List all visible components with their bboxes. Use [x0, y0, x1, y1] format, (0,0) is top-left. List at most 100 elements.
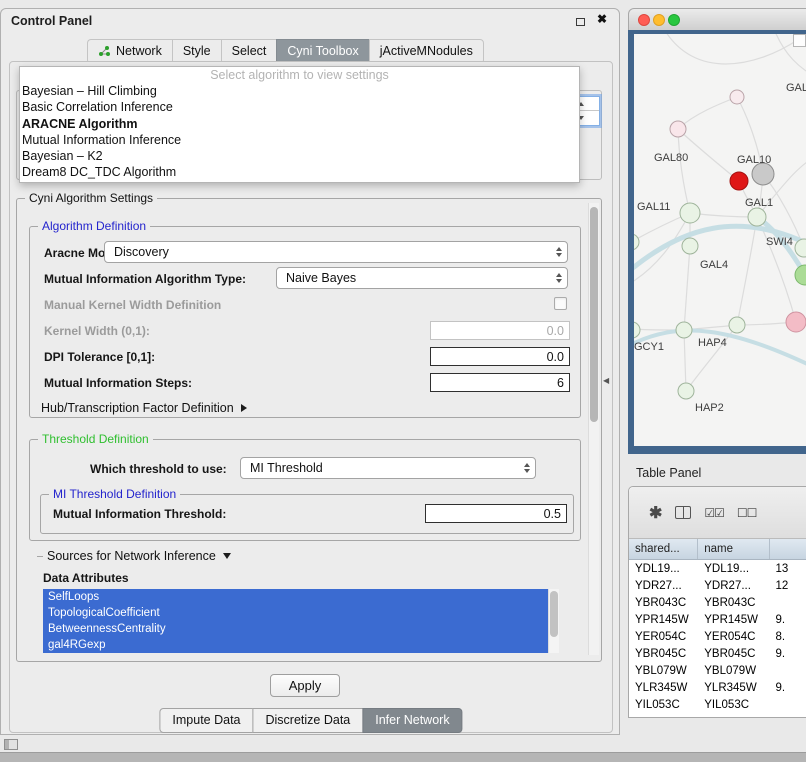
table-row[interactable]: YBL079WYBL079W — [629, 662, 806, 679]
algorithm-option-list: Bayesian – Hill ClimbingBasic Correlatio… — [20, 83, 579, 181]
network-canvas-frame: GAL80GAL10GAL11GAL1SWI4GAL4GCY1HAP4HAP2G… — [628, 30, 806, 454]
settings-scrollbar[interactable] — [588, 203, 599, 655]
kernel-width-label: Kernel Width (0,1): — [44, 324, 150, 338]
close-icon[interactable]: ✖ — [597, 12, 607, 26]
settings-scrollbar-thumb[interactable] — [590, 207, 598, 422]
network-node[interactable] — [680, 203, 700, 223]
threshold-definition-title: Threshold Definition — [38, 432, 153, 446]
aracne-mode-combobox[interactable]: Discovery — [104, 241, 568, 263]
zoom-traffic-light[interactable] — [668, 14, 680, 26]
column-header-extra[interactable] — [770, 539, 806, 559]
table-row[interactable]: YDR27...YDR27...12 — [629, 577, 806, 594]
algorithm-option[interactable]: Mutual Information Inference — [20, 132, 579, 148]
data-attribute-item[interactable]: BetweennessCentrality — [43, 621, 548, 637]
table-cell: YPR145W — [698, 614, 769, 626]
tab-discretize-data[interactable]: Discretize Data — [253, 708, 364, 733]
data-attribute-item[interactable]: SelfLoops — [43, 589, 548, 605]
mi-threshold-field[interactable] — [425, 504, 567, 523]
canvas-scrollbar-stub[interactable] — [793, 34, 806, 47]
network-node[interactable] — [634, 322, 640, 338]
table-row[interactable]: YPR145WYPR145W9. — [629, 611, 806, 628]
network-node[interactable] — [786, 312, 806, 332]
deselect-all-checkboxes-icon[interactable]: ☐☐ — [737, 506, 757, 520]
network-node[interactable] — [678, 383, 694, 399]
attributes-scrollbar-thumb[interactable] — [550, 591, 558, 637]
table-cell: 9. — [770, 682, 806, 694]
bottom-dock-bar — [0, 752, 806, 762]
table-cell: 9. — [770, 614, 806, 626]
table-cell: YBR043C — [698, 597, 769, 609]
network-node[interactable] — [748, 208, 766, 226]
kernel-width-field[interactable] — [430, 321, 570, 340]
gear-icon[interactable]: ✱ — [649, 503, 662, 523]
algorithm-dropdown-popup: Select algorithm to view settings Bayesi… — [19, 66, 580, 183]
data-attribute-item[interactable]: gal4RGexp — [43, 637, 548, 653]
attributes-scrollbar[interactable] — [548, 589, 559, 653]
tab-label: Style — [183, 44, 211, 58]
minimize-traffic-light[interactable] — [653, 14, 665, 26]
table-row[interactable]: YBR043CYBR043C — [629, 594, 806, 611]
columns-icon[interactable] — [675, 506, 691, 519]
table-row[interactable]: YIL053CYIL053C — [629, 696, 806, 713]
network-view-window: GAL80GAL10GAL11GAL1SWI4GAL4GCY1HAP4HAP2G… — [628, 8, 806, 454]
network-node[interactable] — [682, 238, 698, 254]
network-window-titlebar — [628, 8, 806, 30]
table-row[interactable]: YLR345WYLR345W9. — [629, 679, 806, 696]
mi-steps-field[interactable] — [430, 373, 570, 392]
table-row[interactable]: YDL19...YDL19...13 — [629, 560, 806, 577]
network-node[interactable] — [795, 265, 806, 285]
table-row[interactable]: YBR045CYBR045C9. — [629, 645, 806, 662]
dpi-tolerance-label: DPI Tolerance [0,1]: — [44, 350, 155, 364]
tab-label: Cyni Toolbox — [287, 44, 358, 58]
network-node[interactable] — [670, 121, 686, 137]
close-traffic-light[interactable] — [638, 14, 650, 26]
data-attributes-label: Data Attributes — [43, 571, 129, 585]
network-node-label: GCY1 — [634, 341, 664, 353]
settings-group-title: Cyni Algorithm Settings — [25, 191, 157, 205]
algorithm-option[interactable]: Dream8 DC_TDC Algorithm — [20, 164, 579, 180]
sources-toggle[interactable]: Sources for Network Inference — [37, 549, 231, 563]
network-svg[interactable]: GAL80GAL10GAL11GAL1SWI4GAL4GCY1HAP4HAP2G… — [634, 34, 806, 446]
manual-kernel-width-checkbox[interactable] — [554, 297, 567, 310]
table-cell: YBL079W — [698, 665, 769, 677]
network-node[interactable] — [752, 163, 774, 185]
float-window-icon[interactable] — [576, 18, 585, 26]
algorithm-option[interactable]: ARACNE Algorithm — [20, 116, 579, 132]
mi-steps-label: Mutual Information Steps: — [44, 376, 192, 390]
tab-impute-data[interactable]: Impute Data — [159, 708, 253, 733]
which-threshold-combobox[interactable]: MI Threshold — [240, 457, 536, 479]
which-threshold-label: Which threshold to use: — [90, 462, 227, 476]
select-all-checkboxes-icon[interactable]: ☑☑ — [704, 506, 724, 520]
minimized-panel-icon[interactable] — [4, 739, 18, 750]
table-cell: 8. — [770, 631, 806, 643]
network-node[interactable] — [634, 234, 639, 250]
column-header-name[interactable]: name — [698, 539, 769, 559]
table-cell: YDL19... — [698, 563, 769, 575]
table-row[interactable]: YER054CYER054C8. — [629, 628, 806, 645]
table-cell: YDR27... — [698, 580, 769, 592]
panel-collapse-arrow-icon[interactable]: ◀ — [603, 376, 609, 385]
table-cell: 9. — [770, 648, 806, 660]
algorithm-option[interactable]: Bayesian – Hill Climbing — [20, 83, 579, 99]
network-node[interactable] — [729, 317, 745, 333]
network-canvas[interactable]: GAL80GAL10GAL11GAL1SWI4GAL4GCY1HAP4HAP2G… — [634, 34, 806, 446]
tab-infer-network[interactable]: Infer Network — [362, 708, 462, 733]
network-node[interactable] — [730, 172, 748, 190]
mi-threshold-definition-group: MI Threshold Definition Mutual Informati… — [40, 494, 574, 534]
network-node[interactable] — [795, 239, 806, 257]
network-node-label: SWI4 — [766, 236, 793, 248]
apply-button[interactable]: Apply — [270, 674, 340, 697]
column-header-shared-name[interactable]: shared... — [629, 539, 698, 559]
data-attribute-item[interactable]: TopologicalCoefficient — [43, 605, 548, 621]
algorithm-option[interactable]: Basic Correlation Inference — [20, 99, 579, 115]
algorithm-option[interactable]: Bayesian – K2 — [20, 148, 579, 164]
hub-definition-toggle[interactable]: Hub/Transcription Factor Definition — [41, 401, 247, 415]
dpi-tolerance-field[interactable] — [430, 347, 570, 366]
control-panel-window: Control Panel ✖ Network Style Select Cyn… — [0, 8, 620, 735]
network-node[interactable] — [676, 322, 692, 338]
cyni-algorithm-settings-group: Cyni Algorithm Settings Algorithm Defini… — [16, 198, 602, 662]
mi-algorithm-type-combobox[interactable]: Naive Bayes — [276, 267, 568, 289]
network-node[interactable] — [730, 90, 744, 104]
data-attributes-list[interactable]: SelfLoopsTopologicalCoefficientBetweenne… — [43, 589, 559, 653]
window-title: Control Panel — [11, 14, 92, 28]
